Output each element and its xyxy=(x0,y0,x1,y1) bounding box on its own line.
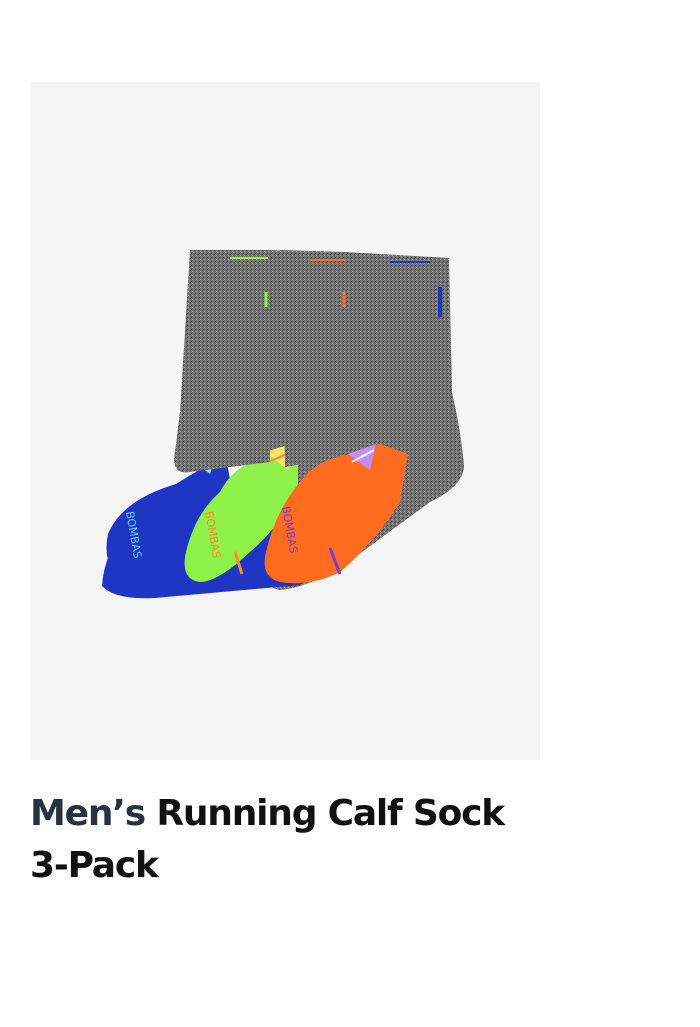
sock-front xyxy=(174,250,275,473)
product-image-link[interactable]: BOMBAS BOMBAS BOMBAS xyxy=(30,82,540,760)
product-title[interactable]: Men’s Running Calf Sock 3-Pack xyxy=(30,788,550,892)
product-image: BOMBAS BOMBAS BOMBAS xyxy=(102,250,464,599)
product-page: BOMBAS BOMBAS BOMBAS Men’s Running Calf … xyxy=(0,0,700,1027)
product-card[interactable]: BOMBAS BOMBAS BOMBAS Men’s Running Calf … xyxy=(30,82,540,892)
gender-label: Men’s xyxy=(30,793,146,834)
